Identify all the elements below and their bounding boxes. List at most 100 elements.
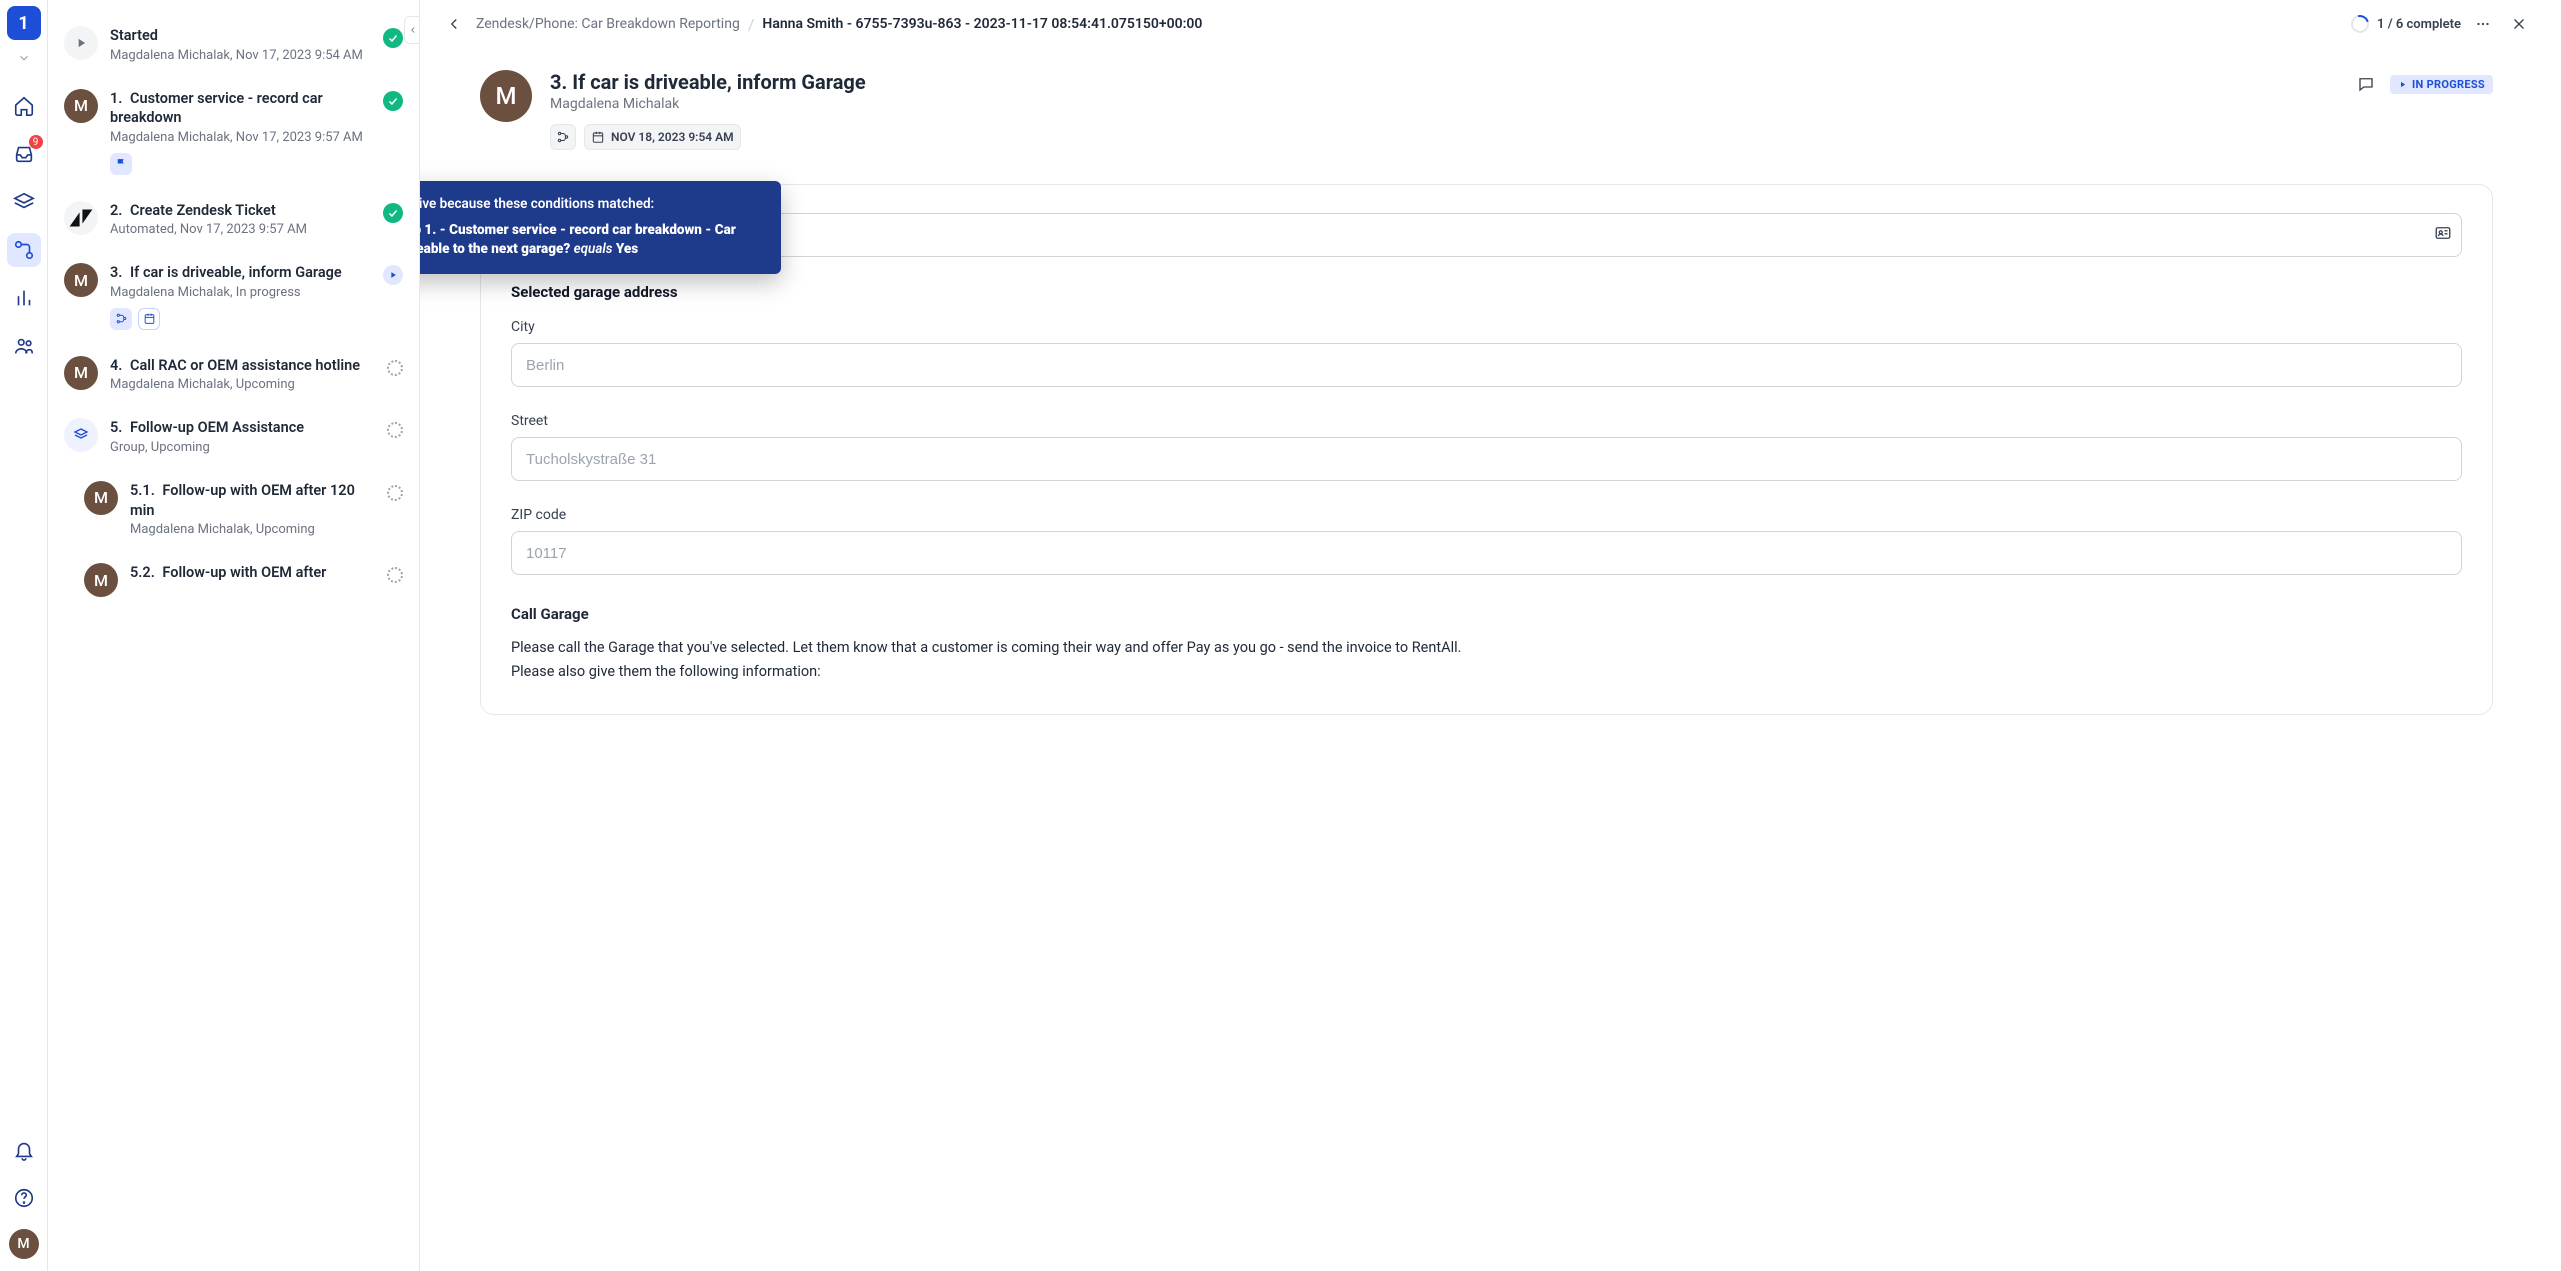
nav-notifications[interactable]: [7, 1133, 41, 1167]
nav-team[interactable]: [7, 329, 41, 363]
step-meta: Magdalena Michalak, In progress: [110, 285, 371, 300]
breadcrumb-separator: /: [748, 15, 755, 34]
timeline-step[interactable]: Started Magdalena Michalak, Nov 17, 2023 …: [60, 18, 407, 81]
condition-tooltip: Step active because these conditions mat…: [420, 181, 781, 274]
step-title: 2. Create Zendesk Ticket: [110, 201, 371, 221]
calendar-chip[interactable]: [138, 308, 160, 330]
step-status: [383, 28, 403, 48]
users-icon: [13, 335, 35, 357]
workflow-icon: [13, 239, 35, 261]
more-menu-button[interactable]: [2469, 10, 2497, 38]
nav-reports[interactable]: [7, 281, 41, 315]
garage-name-input[interactable]: [511, 213, 2462, 257]
branch-chip[interactable]: [110, 308, 132, 330]
ellipsis-icon: [2474, 15, 2492, 33]
nav-help[interactable]: [7, 1181, 41, 1215]
close-icon: [2510, 15, 2528, 33]
workspace-badge-number: 1: [18, 13, 28, 34]
step-meta: Magdalena Michalak, Nov 17, 2023 9:57 AM: [110, 130, 371, 145]
calendar-icon: [591, 130, 605, 144]
task-condition-chip[interactable]: Step active because these conditions mat…: [550, 124, 576, 150]
workspace-switcher-chevron[interactable]: [17, 50, 31, 69]
section-address-heading: Selected garage address: [511, 283, 2462, 301]
task-comments-button[interactable]: [2352, 70, 2380, 98]
tooltip-heading: Step active because these conditions mat…: [420, 195, 763, 215]
timeline-step[interactable]: M1. Customer service - record car breakd…: [60, 81, 407, 193]
help-icon: [13, 1187, 35, 1209]
left-nav-rail: 1 9 M: [0, 0, 48, 1271]
contact-picker-button[interactable]: [2434, 224, 2452, 246]
topbar: Zendesk/Phone: Car Breakdown Reporting /…: [420, 0, 2553, 48]
timeline-panel: Started Magdalena Michalak, Nov 17, 2023 …: [48, 0, 420, 1271]
nav-user-avatar[interactable]: M: [9, 1229, 39, 1259]
bar-chart-icon: [13, 287, 35, 309]
step-avatar: M: [64, 89, 98, 123]
task-due-text: NOV 18, 2023 9:54 AM: [611, 130, 734, 144]
timeline-step[interactable]: 5. Follow-up OEM AssistanceGroup, Upcomi…: [60, 410, 407, 473]
play-icon: [2398, 80, 2407, 89]
call-garage-heading: Call Garage: [511, 605, 2462, 623]
step-meta: Magdalena Michalak, Upcoming: [130, 522, 375, 537]
task-status-text: IN PROGRESS: [2412, 78, 2485, 91]
breadcrumb-back[interactable]: [440, 10, 468, 38]
branch-icon: [556, 130, 570, 144]
step-avatar: M: [84, 481, 118, 515]
timeline-step[interactable]: 2. Create Zendesk TicketAutomated, Nov 1…: [60, 193, 407, 256]
timeline-step[interactable]: M 5.1. Follow-up with OEM after 120 min Ma…: [60, 473, 407, 555]
street-input[interactable]: [511, 437, 2462, 481]
step-title: 5. Follow-up OEM Assistance: [110, 418, 375, 438]
zip-input[interactable]: [511, 531, 2462, 575]
home-icon: [13, 95, 35, 117]
zip-label: ZIP code: [511, 507, 2462, 523]
city-input[interactable]: [511, 343, 2462, 387]
task-header: M 3. If car is driveable, inform Garage …: [480, 70, 2493, 150]
step-title: 5.2. Follow-up with OEM after: [130, 563, 375, 583]
breadcrumb-parent[interactable]: Zendesk/Phone: Car Breakdown Reporting: [476, 16, 740, 32]
chevron-left-icon: [408, 25, 418, 35]
task-form-card: Selected garage address City Street ZIP …: [480, 184, 2493, 715]
assignee-initial: M: [496, 82, 517, 110]
timeline-step[interactable]: M 3. If car is driveable, inform Garage Ma…: [60, 255, 407, 348]
step-status: [387, 485, 403, 501]
breadcrumb-current: Hanna Smith - 6755-7393u-863 - 2023-11-1…: [762, 16, 1202, 32]
step-avatar: [64, 418, 98, 452]
assignee-avatar[interactable]: M: [480, 70, 532, 122]
layers-icon: [13, 191, 35, 213]
step-status: [383, 203, 403, 223]
step-avatar: M: [84, 563, 118, 597]
comment-icon: [2357, 75, 2375, 93]
tooltip-condition-text: Step 1. - Customer service - record car …: [420, 221, 763, 260]
task-status-pill[interactable]: IN PROGRESS: [2390, 75, 2493, 94]
step-status: [383, 91, 403, 111]
chevron-down-icon: [17, 51, 31, 65]
nav-home[interactable]: [7, 89, 41, 123]
call-garage-instructions: Please call the Garage that you've selec…: [511, 637, 2462, 684]
step-title: 4. Call RAC or OEM assistance hotline: [110, 356, 375, 376]
task-title: 3. If car is driveable, inform Garage: [550, 70, 866, 94]
flag-chip[interactable]: [110, 153, 132, 175]
step-avatar: M: [64, 263, 98, 297]
nav-stacks[interactable]: [7, 185, 41, 219]
street-label: Street: [511, 413, 2462, 429]
nav-workflows[interactable]: [7, 233, 41, 267]
main-panel: Zendesk/Phone: Car Breakdown Reporting /…: [420, 0, 2553, 1271]
step-avatar: M: [64, 356, 98, 390]
contact-card-icon: [2434, 224, 2452, 242]
inbox-badge: 9: [29, 135, 43, 149]
close-button[interactable]: [2505, 10, 2533, 38]
step-status: [387, 422, 403, 438]
step-title: 5.1. Follow-up with OEM after 120 min: [130, 481, 375, 520]
step-meta: Magdalena Michalak, Upcoming: [110, 377, 375, 392]
workspace-badge[interactable]: 1: [7, 6, 41, 40]
step-status: [387, 360, 403, 376]
nav-inbox[interactable]: 9: [7, 137, 41, 171]
step-title: Started: [110, 26, 371, 46]
step-title: 3. If car is driveable, inform Garage: [110, 263, 371, 283]
timeline-step[interactable]: M 5.2. Follow-up with OEM after: [60, 555, 407, 615]
task-due-chip[interactable]: NOV 18, 2023 9:54 AM: [584, 124, 741, 150]
city-label: City: [511, 319, 2462, 335]
step-status: [383, 265, 403, 285]
bell-icon: [13, 1139, 35, 1161]
step-meta: Magdalena Michalak, Nov 17, 2023 9:54 AM: [110, 48, 371, 63]
timeline-step[interactable]: M 4. Call RAC or OEM assistance hotlineMa…: [60, 348, 407, 411]
